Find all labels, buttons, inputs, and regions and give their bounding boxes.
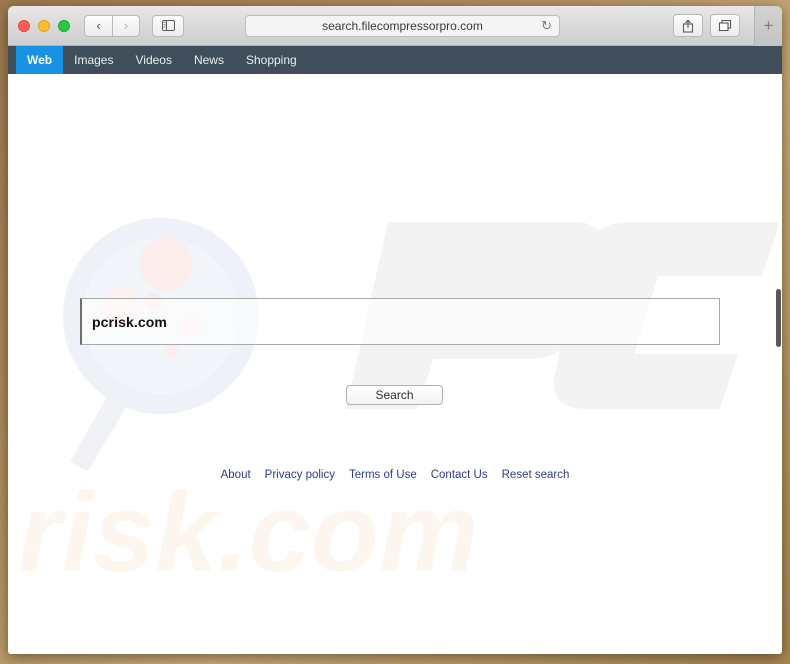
nav-tab-images[interactable]: Images — [63, 46, 124, 74]
sidebar-toggle-button[interactable] — [152, 14, 184, 37]
nav-tab-videos[interactable]: Videos — [124, 46, 182, 74]
page-scrollbar-thumb[interactable] — [776, 289, 781, 347]
search-input[interactable]: pcrisk.com — [80, 298, 720, 345]
share-icon — [682, 19, 694, 33]
footer-link-reset-search[interactable]: Reset search — [502, 469, 570, 481]
footer-link-privacy-policy[interactable]: Privacy policy — [265, 469, 335, 481]
nav-tab-shopping-label: Shopping — [245, 53, 297, 67]
minimize-window-button[interactable] — [38, 19, 50, 32]
risk-brand-watermark: risk.com — [18, 479, 479, 594]
sidebar-icon — [161, 20, 175, 31]
search-button-label: Search — [375, 388, 414, 402]
address-bar[interactable]: search.filecompressorpro.com ↻ — [245, 14, 560, 37]
nav-tab-shopping[interactable]: Shopping — [235, 46, 308, 74]
zoom-window-button[interactable] — [58, 19, 70, 32]
plus-icon: + — [763, 15, 774, 35]
nav-tab-web-label: Web — [27, 53, 53, 67]
show-tabs-button[interactable] — [710, 14, 740, 37]
share-button[interactable] — [673, 14, 703, 37]
desktop-background: ‹ › search.filecompressorpro.com ↻ + Web… — [0, 0, 790, 664]
nav-tab-videos-label: Videos — [135, 53, 172, 67]
nav-tab-images-label: Images — [74, 53, 114, 67]
search-button[interactable]: Search — [346, 385, 443, 405]
site-category-nav: Web Images Videos News Shopping — [8, 46, 782, 74]
navigation-buttons: ‹ › — [84, 14, 140, 37]
search-input-value: pcrisk.com — [92, 313, 167, 330]
footer-link-contact-us[interactable]: Contact Us — [431, 469, 488, 481]
forward-arrow-icon: › — [123, 18, 129, 33]
risk-watermark-text: risk.com — [18, 479, 479, 594]
url-text: search.filecompressorpro.com — [322, 18, 483, 33]
browser-toolbar: ‹ › search.filecompressorpro.com ↻ + — [8, 6, 782, 46]
nav-tab-web[interactable]: Web — [16, 46, 64, 74]
search-page: risk.com pcrisk.com Search About Privacy… — [8, 74, 782, 654]
browser-window: ‹ › search.filecompressorpro.com ↻ + Web… — [8, 6, 782, 654]
back-button[interactable]: ‹ — [84, 14, 112, 37]
footer-link-about[interactable]: About — [221, 469, 251, 481]
close-window-button[interactable] — [18, 19, 30, 32]
back-arrow-icon: ‹ — [96, 18, 101, 33]
forward-button[interactable]: › — [112, 14, 140, 37]
nav-tab-news[interactable]: News — [183, 46, 235, 74]
toolbar-right-group: + — [673, 6, 782, 46]
reload-icon[interactable]: ↻ — [541, 19, 552, 32]
footer-links: About Privacy policy Terms of Use Contac… — [8, 469, 782, 481]
nav-tab-news-label: News — [193, 53, 224, 67]
tabs-overview-icon — [718, 19, 732, 32]
new-tab-button[interactable]: + — [754, 6, 782, 46]
window-controls — [18, 19, 70, 32]
footer-link-terms-of-use[interactable]: Terms of Use — [349, 469, 417, 481]
page-scrollbar[interactable] — [775, 74, 782, 654]
